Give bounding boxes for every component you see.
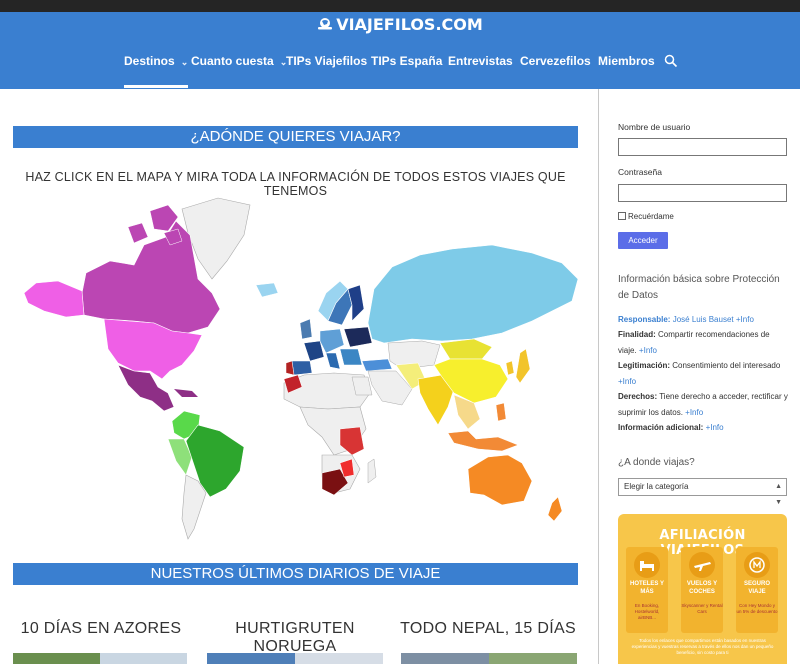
- category-select[interactable]: Elegir la categoría ▲ ▼: [618, 478, 787, 506]
- categories-title: ¿A donde viajas?: [618, 457, 695, 468]
- map-region-mongolia[interactable]: [439, 338, 493, 360]
- username-input[interactable]: [618, 138, 787, 156]
- legitimacion-value: Consentimiento del interesado: [672, 361, 781, 370]
- more-info-link[interactable]: +Info: [618, 377, 636, 386]
- promo-heading: HOTELES Y MÁS: [630, 581, 664, 595]
- privacy-adicional: Información adicional: +Info: [618, 420, 790, 436]
- diary-title[interactable]: TODO NEPAL, 15 DÍAS: [398, 620, 578, 638]
- plane-icon: [689, 552, 715, 578]
- nav-label: Cuanto cuesta: [191, 54, 274, 68]
- chevron-down-icon: ⌄: [180, 57, 189, 67]
- more-info-link[interactable]: +Info: [736, 315, 754, 324]
- map-region-spain[interactable]: [291, 360, 313, 376]
- diary-title[interactable]: 10 DÍAS EN AZORES: [13, 620, 189, 638]
- more-info-link[interactable]: +Info: [685, 408, 703, 417]
- nav-item-destinos[interactable]: Destinos ⌄: [124, 53, 189, 88]
- map-region-philippines[interactable]: [495, 402, 507, 422]
- nav-item-miembros[interactable]: Miembros: [598, 53, 655, 89]
- select-arrows-icon: ▲ ▼: [775, 483, 782, 506]
- username-label: Nombre de usuario: [618, 122, 691, 132]
- password-label: Contraseña: [618, 167, 662, 177]
- privacy-derechos: Derechos: Tiene derecho a acceder, recti…: [618, 389, 790, 420]
- top-bar: [0, 0, 800, 12]
- nav-item-entrevistas[interactable]: Entrevistas: [448, 53, 513, 89]
- map-region-alaska[interactable]: [23, 280, 85, 318]
- responsable-label: Responsable:: [618, 315, 671, 324]
- promo-heading: VUELOS Y COCHES: [686, 581, 718, 595]
- responsable-value[interactable]: José Luis Bauset: [673, 315, 734, 324]
- remember-label: Recuérdame: [628, 212, 674, 221]
- privacy-responsable: Responsable: José Luis Bauset +Info: [618, 312, 790, 328]
- promo-column-insurance: SEGURO VIAJE Con Hey Mondo y un 5% de de…: [736, 547, 778, 633]
- nav-label: TIPs España: [371, 54, 443, 68]
- main-nav: Destinos ⌄ Cuanto cuesta ⌄ TIPs Viajefilos…: [0, 53, 800, 89]
- map-region-japan[interactable]: [515, 348, 531, 384]
- promo-column-flights: VUELOS Y COCHES Skyscanner y Rental Cars: [681, 547, 723, 633]
- nav-label: Cervezefilos: [520, 54, 591, 68]
- map-region-france[interactable]: [303, 340, 325, 362]
- nav-item-tips-viajefilos[interactable]: TIPs Viajefilos: [286, 53, 367, 89]
- nav-item-cervezefilos[interactable]: Cervezefilos: [520, 53, 591, 89]
- diaries-title: NUESTROS ÚLTIMOS DIARIOS DE VIAJE: [13, 563, 578, 585]
- map-region-madagascar[interactable]: [367, 458, 377, 484]
- affiliate-banner[interactable]: AFILIACIÓN VIAJEFILOS HOTELES Y MÁS En B…: [618, 514, 787, 664]
- logo-text: VIAJEFILOS.COM: [336, 15, 483, 34]
- privacy-finalidad: Finalidad: Compartir recomendaciones de …: [618, 327, 790, 358]
- promo-footer: Todos los enlaces que compartimos están …: [631, 638, 774, 655]
- nav-label: Destinos: [124, 54, 175, 68]
- derechos-label: Derechos:: [618, 392, 658, 401]
- map-region-new-zealand[interactable]: [547, 496, 563, 522]
- promo-sub: Skyscanner y Rental Cars: [681, 603, 723, 614]
- privacy-title: Información básica sobre Protección de D…: [618, 274, 780, 301]
- privacy-legitimacion: Legitimación: Consentimiento del interes…: [618, 358, 790, 389]
- remember-checkbox[interactable]: [618, 212, 626, 220]
- remember-me[interactable]: Recuérdame: [618, 212, 674, 221]
- category-select-value: Elegir la categoría: [624, 482, 689, 491]
- map-region-eastern-europe[interactable]: [343, 326, 373, 348]
- nav-label: TIPs Viajefilos: [286, 54, 368, 68]
- diary-thumbnail[interactable]: [401, 653, 577, 664]
- bed-icon: [634, 552, 660, 578]
- map-region-italy[interactable]: [325, 352, 341, 370]
- password-input[interactable]: [618, 184, 787, 202]
- promo-sub: En Booking, Hostelworld, airBNB...: [634, 603, 660, 620]
- map-region-balkans[interactable]: [339, 348, 363, 366]
- sidebar-divider: [598, 89, 599, 664]
- adicional-label: Información adicional:: [618, 423, 704, 432]
- diary-thumbnail[interactable]: [13, 653, 187, 664]
- more-info-link[interactable]: +Info: [639, 346, 657, 355]
- map-region-indonesia[interactable]: [447, 430, 519, 452]
- world-map[interactable]: [22, 193, 578, 545]
- finalidad-label: Finalidad:: [618, 330, 656, 339]
- diary-title[interactable]: HURTIGRUTEN NORUEGA: [203, 620, 387, 656]
- diary-thumbnail[interactable]: [207, 653, 383, 664]
- site-header: VIAJEFILOS.COM Destinos ⌄ Cuanto cuesta ⌄ …: [0, 12, 800, 89]
- map-region-australia[interactable]: [467, 454, 533, 506]
- search-icon[interactable]: [664, 54, 678, 68]
- map-region-uk[interactable]: [299, 318, 313, 340]
- map-region-caribbean[interactable]: [174, 389, 198, 397]
- nav-item-tips-espana[interactable]: TIPs España: [371, 53, 442, 89]
- promo-heading: SEGURO VIAJE: [743, 581, 770, 595]
- map-region-russia[interactable]: [367, 244, 578, 344]
- nav-label: Miembros: [598, 54, 655, 68]
- nav-item-cuanto-cuesta[interactable]: Cuanto cuesta ⌄: [191, 53, 287, 89]
- map-region-iceland[interactable]: [255, 282, 279, 298]
- world-logo-icon: [318, 18, 333, 30]
- nav-label: Entrevistas: [448, 54, 513, 68]
- insurance-badge-icon: [744, 552, 770, 578]
- promo-column-hotels: HOTELES Y MÁS En Booking, Hostelworld, a…: [626, 547, 668, 633]
- more-info-link[interactable]: +Info: [706, 423, 724, 432]
- site-logo[interactable]: VIAJEFILOS.COM: [0, 15, 800, 34]
- legitimacion-label: Legitimación:: [618, 361, 671, 370]
- map-region-turkey[interactable]: [361, 358, 393, 372]
- map-region-korea[interactable]: [505, 360, 515, 376]
- where-title: ¿ADÓNDE QUIERES VIAJAR?: [13, 126, 578, 148]
- login-button[interactable]: Acceder: [618, 232, 668, 249]
- promo-sub: Con Hey Mondo y un 5% de descuento: [736, 603, 778, 614]
